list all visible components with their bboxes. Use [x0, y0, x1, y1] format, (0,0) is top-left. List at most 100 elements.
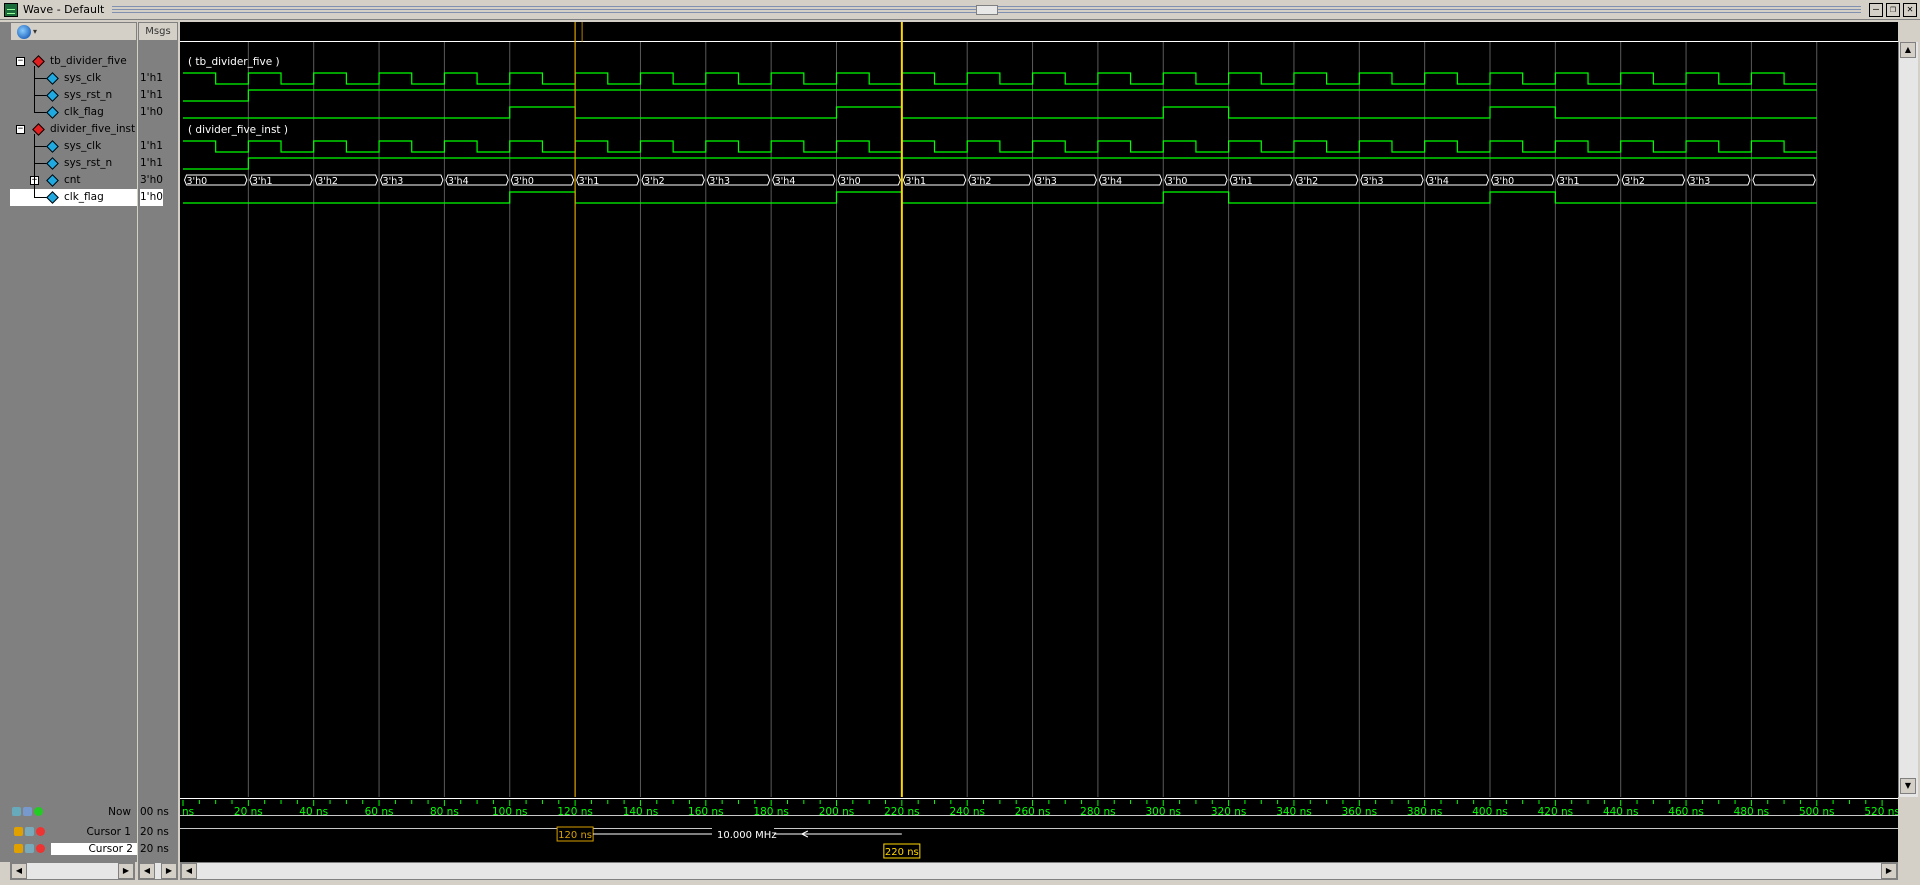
timeline-tick-label: 460 ns — [1668, 806, 1704, 818]
scroll-right-button[interactable]: ▶ — [118, 863, 134, 879]
cnt-value-label: 3'h1 — [579, 176, 600, 187]
scroll-left-button[interactable]: ◀ — [139, 863, 155, 879]
left-strip — [0, 22, 10, 862]
minimize-button[interactable]: – — [1869, 2, 1883, 17]
name-pane-header[interactable]: ▾ — [10, 22, 137, 41]
name-hscrollbar[interactable]: ◀ ▶ — [10, 862, 135, 880]
clk-flag-waveform — [183, 191, 1817, 204]
signal-name-sys-clk[interactable]: sys_clk — [64, 70, 101, 87]
signal-name-divider-five-inst[interactable]: divider_five_inst — [50, 121, 135, 138]
signal-name-pane[interactable]: ▾ − tb_divider_five sys_clk sys_rst_n clk_fl… — [10, 22, 137, 862]
cursor-toolbar — [12, 807, 43, 816]
signal-icon — [46, 174, 59, 187]
signal-name-clk-flag[interactable]: clk_flag — [64, 189, 104, 206]
cursor1-label[interactable]: Cursor 1 — [86, 826, 131, 838]
now-value: 00 ns — [140, 806, 169, 818]
timeline-tick-label: 520 ns — [1864, 806, 1898, 818]
cnt-value-label: 3'h2 — [1624, 176, 1645, 187]
scroll-down-button[interactable]: ▼ — [1900, 778, 1916, 794]
group-label-tb: ( tb_divider_five ) — [188, 56, 280, 68]
cnt-value-label: 3'h3 — [1690, 176, 1711, 187]
plus-cursor-icon[interactable] — [34, 807, 43, 816]
titlebar-grip[interactable] — [112, 4, 1861, 15]
signal-value: 1'h1 — [140, 140, 163, 152]
group-label-inst: ( divider_five_inst ) — [188, 124, 288, 136]
waveform-pane[interactable]: ( tb_divider_five ) ( divider_five_inst )… — [172, 22, 1916, 862]
timeline-tick-label: 40 ns — [299, 806, 328, 818]
cursor-delta-label: 10.000 MHz — [717, 830, 777, 841]
now-label: Now — [108, 806, 131, 818]
timeline-tick-label: 480 ns — [1734, 806, 1770, 818]
cnt-value-label: 3'h4 — [1101, 176, 1122, 187]
cursor1-icons — [14, 827, 45, 836]
signal-name-cnt[interactable]: cnt — [64, 172, 81, 189]
collapse-icon[interactable]: − — [16, 57, 25, 66]
signal-icon — [46, 72, 59, 85]
wave-hscrollbar[interactable]: ◀ ▶ — [180, 862, 1898, 880]
signal-name-sys-rst-n[interactable]: sys_rst_n — [64, 155, 112, 172]
sys-clk-waveform — [183, 72, 1817, 85]
msgs-header: Msgs — [138, 22, 178, 41]
cnt-value-label: 3'h0 — [1167, 176, 1188, 187]
signal-name-clk-flag[interactable]: clk_flag — [64, 104, 104, 121]
waveform-canvas[interactable]: ( tb_divider_five ) ( divider_five_inst )… — [172, 22, 1916, 862]
cnt-value-label: 3'h2 — [317, 176, 338, 187]
cnt-value-label: 3'h1 — [252, 176, 273, 187]
scroll-thumb[interactable] — [1901, 178, 1915, 218]
cnt-value-label: 3'h0 — [1494, 176, 1515, 187]
scroll-left-button[interactable]: ◀ — [181, 863, 197, 879]
vertical-scrollbar[interactable]: ▲ ▼ — [1898, 42, 1918, 797]
value-hscrollbar[interactable]: ◀ ▶ — [138, 862, 178, 880]
cnt-value-label: 3'h4 — [448, 176, 469, 187]
pencil-icon[interactable] — [25, 844, 34, 853]
timeline-tick-label: 100 ns — [492, 806, 528, 818]
signal-name-sys-rst-n[interactable]: sys_rst_n — [64, 87, 112, 104]
scroll-right-button[interactable]: ▶ — [1881, 863, 1897, 879]
wave-toolbar-icon[interactable] — [17, 24, 31, 39]
scroll-right-button[interactable]: ▶ — [161, 863, 177, 879]
delete-cursor-icon[interactable] — [36, 844, 45, 853]
cnt-value-label: 3'h2 — [971, 176, 992, 187]
scroll-left-button[interactable]: ◀ — [11, 863, 27, 879]
signal-name-tb-divider-five[interactable]: tb_divider_five — [50, 53, 127, 70]
scroll-up-button[interactable]: ▲ — [1900, 42, 1916, 58]
lock-icon[interactable] — [14, 827, 23, 836]
cnt-value-label: 3'h2 — [644, 176, 665, 187]
lock-icon[interactable] — [14, 844, 23, 853]
window-titlebar: Wave - Default – ❐ ✕ — [0, 0, 1920, 20]
collapse-icon[interactable]: − — [16, 125, 25, 134]
wave-header-strip — [180, 22, 1898, 41]
signal-value: 1'h0 — [140, 189, 163, 206]
timeline-tick-label: 60 ns — [365, 806, 394, 818]
timeline-tick-label: 220 ns — [884, 806, 920, 818]
close-button[interactable]: ✕ — [1903, 2, 1917, 17]
timeline-tick-label: 340 ns — [1276, 806, 1312, 818]
cnt-bus-segment — [1752, 174, 1816, 186]
timeline-tick-label: 180 ns — [753, 806, 789, 818]
signal-icon — [46, 157, 59, 170]
window-title: Wave - Default — [23, 3, 105, 16]
sys-clk-waveform — [183, 140, 1817, 153]
timeline-tick-label: 160 ns — [688, 806, 724, 818]
grip-knob[interactable] — [975, 4, 998, 15]
undock-button[interactable]: ❐ — [1886, 2, 1900, 17]
cnt-value-label: 3'h0 — [840, 176, 861, 187]
edit-cursor-icon[interactable] — [23, 807, 32, 816]
timeline-tick-label: 300 ns — [1145, 806, 1181, 818]
cnt-value-label: 3'h3 — [383, 176, 404, 187]
signal-value-pane[interactable]: Msgs 1'h1 1'h1 1'h0 1'h1 1'h1 3'h0 1'h0 — [138, 22, 178, 862]
cursor2-time-text: 220 ns — [885, 847, 919, 858]
signal-name-sys-clk[interactable]: sys_clk — [64, 138, 101, 155]
dropdown-arrow-icon[interactable]: ▾ — [33, 27, 37, 36]
signal-icon — [46, 140, 59, 153]
timeline-tick-label: 20 ns — [234, 806, 263, 818]
pencil-icon[interactable] — [25, 827, 34, 836]
delete-cursor-icon[interactable] — [36, 827, 45, 836]
cnt-value-label: 3'h1 — [905, 176, 926, 187]
timeline-tick-label: 120 ns — [557, 806, 593, 818]
cursor2-label[interactable]: Cursor 2 — [51, 843, 137, 855]
add-cursor-icon[interactable] — [12, 807, 21, 816]
cnt-value-label: 3'h3 — [709, 176, 730, 187]
cursor1-value: 20 ns — [140, 826, 169, 838]
signal-value: 1'h1 — [140, 157, 163, 169]
